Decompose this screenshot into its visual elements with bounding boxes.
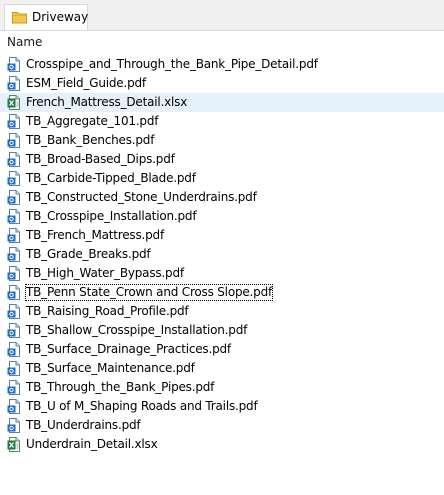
file-list: Crosspipe_and_Through_the_Bank_Pipe_Deta…	[0, 55, 444, 454]
pdf-file-icon	[7, 57, 21, 72]
pdf-file-icon	[7, 418, 21, 433]
file-name: ESM_Field_Guide.pdf	[26, 76, 146, 90]
file-name: TB_Grade_Breaks.pdf	[26, 247, 151, 261]
file-row[interactable]: TB_Bank_Benches.pdf	[0, 131, 444, 150]
file-row[interactable]: TB_U of M_Shaping Roads and Trails.pdf	[0, 397, 444, 416]
file-row[interactable]: TB_Shallow_Crosspipe_Installation.pdf	[0, 321, 444, 340]
file-row[interactable]: TB_Crosspipe_Installation.pdf	[0, 207, 444, 226]
pdf-file-icon	[7, 114, 21, 129]
file-name: French_Mattress_Detail.xlsx	[26, 95, 188, 109]
pdf-file-icon	[7, 152, 21, 167]
pdf-file-icon	[7, 247, 21, 262]
pdf-file-icon	[7, 76, 21, 91]
file-name: TB_Carbide-Tipped_Blade.pdf	[26, 171, 196, 185]
pdf-file-icon	[7, 399, 21, 414]
file-name: TB_Surface_Drainage_Practices.pdf	[26, 342, 231, 356]
file-row[interactable]: TB_Underdrains.pdf	[0, 416, 444, 435]
file-row[interactable]: ESM_Field_Guide.pdf	[0, 74, 444, 93]
pdf-file-icon	[7, 304, 21, 319]
pdf-file-icon	[7, 171, 21, 186]
tab-label: Driveway	[32, 10, 89, 24]
file-name: TB_Surface_Maintenance.pdf	[26, 361, 195, 375]
pdf-file-icon	[7, 342, 21, 357]
file-name: TB_Broad-Based_Dips.pdf	[26, 152, 175, 166]
pdf-file-icon	[7, 133, 21, 148]
file-row[interactable]: TB_Broad-Based_Dips.pdf	[0, 150, 444, 169]
file-name: TB_High_Water_Bypass.pdf	[26, 266, 184, 280]
file-row[interactable]: TB_Surface_Maintenance.pdf	[0, 359, 444, 378]
file-name: TB_Raising_Road_Profile.pdf	[26, 304, 189, 318]
file-row[interactable]: Crosspipe_and_Through_the_Bank_Pipe_Deta…	[0, 55, 444, 74]
pdf-file-icon	[7, 190, 21, 205]
file-name: TB_French_Mattress.pdf	[26, 228, 165, 242]
excel-file-icon	[7, 95, 21, 110]
file-row[interactable]: Underdrain_Detail.xlsx	[0, 435, 444, 454]
file-name: TB_Bank_Benches.pdf	[26, 133, 155, 147]
excel-file-icon	[7, 437, 21, 452]
file-row[interactable]: TB_Constructed_Stone_Underdrains.pdf	[0, 188, 444, 207]
file-name: TB_Penn State_Crown and Cross Slope.pdf	[24, 284, 274, 301]
file-row[interactable]: TB_Aggregate_101.pdf	[0, 112, 444, 131]
file-row[interactable]: TB_High_Water_Bypass.pdf	[0, 264, 444, 283]
file-row[interactable]: TB_Surface_Drainage_Practices.pdf	[0, 340, 444, 359]
file-name: Crosspipe_and_Through_the_Bank_Pipe_Deta…	[26, 57, 318, 71]
file-name: TB_Constructed_Stone_Underdrains.pdf	[26, 190, 257, 204]
file-name: TB_Shallow_Crosspipe_Installation.pdf	[26, 323, 248, 337]
file-row[interactable]: TB_Grade_Breaks.pdf	[0, 245, 444, 264]
file-row[interactable]: TB_Penn State_Crown and Cross Slope.pdf	[0, 283, 444, 302]
file-name: TB_U of M_Shaping Roads and Trails.pdf	[26, 399, 258, 413]
pdf-file-icon	[7, 266, 21, 281]
file-name: Underdrain_Detail.xlsx	[26, 437, 158, 451]
tab-strip: Driveway	[0, 0, 444, 31]
file-explorer-window: Driveway Name Crosspipe_and_Through_the_…	[0, 0, 444, 495]
pdf-file-icon	[7, 228, 21, 243]
file-name: TB_Aggregate_101.pdf	[26, 114, 159, 128]
column-header: Name	[0, 31, 444, 53]
file-row[interactable]: TB_Raising_Road_Profile.pdf	[0, 302, 444, 321]
pdf-file-icon	[7, 323, 21, 338]
tab-driveway[interactable]: Driveway	[4, 4, 88, 30]
file-row[interactable]: TB_Carbide-Tipped_Blade.pdf	[0, 169, 444, 188]
file-name: TB_Underdrains.pdf	[26, 418, 141, 432]
folder-icon	[12, 12, 27, 24]
pdf-file-icon	[7, 285, 21, 300]
pdf-file-icon	[7, 380, 21, 395]
file-name: TB_Through_the_Bank_Pipes.pdf	[26, 380, 215, 394]
pdf-file-icon	[7, 209, 21, 224]
column-name-header[interactable]: Name	[7, 35, 42, 49]
file-row[interactable]: TB_Through_the_Bank_Pipes.pdf	[0, 378, 444, 397]
pdf-file-icon	[7, 361, 21, 376]
file-name: TB_Crosspipe_Installation.pdf	[26, 209, 197, 223]
file-row[interactable]: French_Mattress_Detail.xlsx	[0, 93, 444, 112]
file-row[interactable]: TB_French_Mattress.pdf	[0, 226, 444, 245]
